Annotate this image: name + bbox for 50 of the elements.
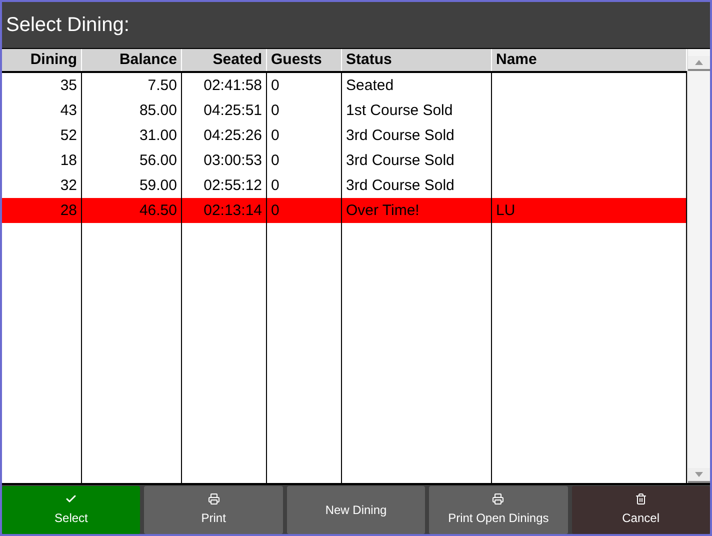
column-header: Seated	[182, 49, 267, 71]
table-cell: 32	[60, 177, 77, 194]
table-cell: 52	[60, 127, 77, 144]
printer-icon	[492, 493, 504, 505]
table-cell: 43	[60, 102, 77, 119]
table-cell: Seated	[346, 77, 394, 94]
table-cell: 02:55:12	[204, 177, 262, 194]
table-cell: 3rd Course Sold	[346, 127, 454, 144]
column-header: Dining	[2, 49, 82, 71]
table-cell: 03:00:53	[204, 152, 262, 169]
table-cell: 0	[271, 177, 280, 194]
up-arrow-icon	[695, 60, 703, 65]
table-cell: 3rd Course Sold	[346, 152, 454, 169]
table-cell: 3rd Course Sold	[346, 177, 454, 194]
table-cell: 0	[271, 202, 280, 219]
check-icon	[65, 493, 78, 505]
table-cell: LU	[496, 202, 516, 219]
scrollbar[interactable]	[687, 49, 710, 483]
table-cell: 0	[271, 102, 280, 119]
column-header: Guests	[267, 49, 342, 71]
down-arrow-icon	[695, 472, 703, 477]
table-cell: Over Time!	[346, 202, 420, 219]
column-header: Status	[342, 49, 492, 71]
table-cell: 35	[60, 77, 77, 94]
action-button[interactable]: Select	[2, 486, 140, 534]
table-cell: 46.50	[139, 202, 177, 219]
column-header: Balance	[82, 49, 182, 71]
trash-icon	[634, 493, 647, 505]
table-cell: 0	[271, 77, 280, 94]
action-button[interactable]: Print	[144, 486, 283, 534]
table-cell: 02:13:14	[204, 202, 262, 219]
table-cell: 04:25:26	[204, 127, 262, 144]
table-cell: 1st Course Sold	[346, 102, 453, 119]
table-cell: 28	[60, 202, 77, 219]
table-cell: 18	[60, 152, 77, 169]
action-button[interactable]: New Dining	[286, 486, 426, 534]
table-cell: 0	[271, 152, 280, 169]
action-button[interactable]: Cancel	[572, 486, 710, 534]
table-cell: 56.00	[139, 152, 177, 169]
table-cell: 31.00	[139, 127, 177, 144]
action-button[interactable]: Print Open Dinings	[429, 486, 568, 534]
table-cell: 0	[271, 127, 280, 144]
table-row[interactable]: 28 46.50 02:13:14 0 Over Time! LU	[2, 198, 687, 223]
printer-icon	[208, 493, 220, 505]
table-cell: 04:25:51	[204, 102, 262, 119]
table-cell: 85.00	[139, 102, 177, 119]
table-cell: 02:41:58	[204, 77, 262, 94]
table-cell: 59.00	[139, 177, 177, 194]
table-cell: 7.50	[148, 77, 177, 94]
window-title: Select Dining:	[6, 13, 130, 38]
